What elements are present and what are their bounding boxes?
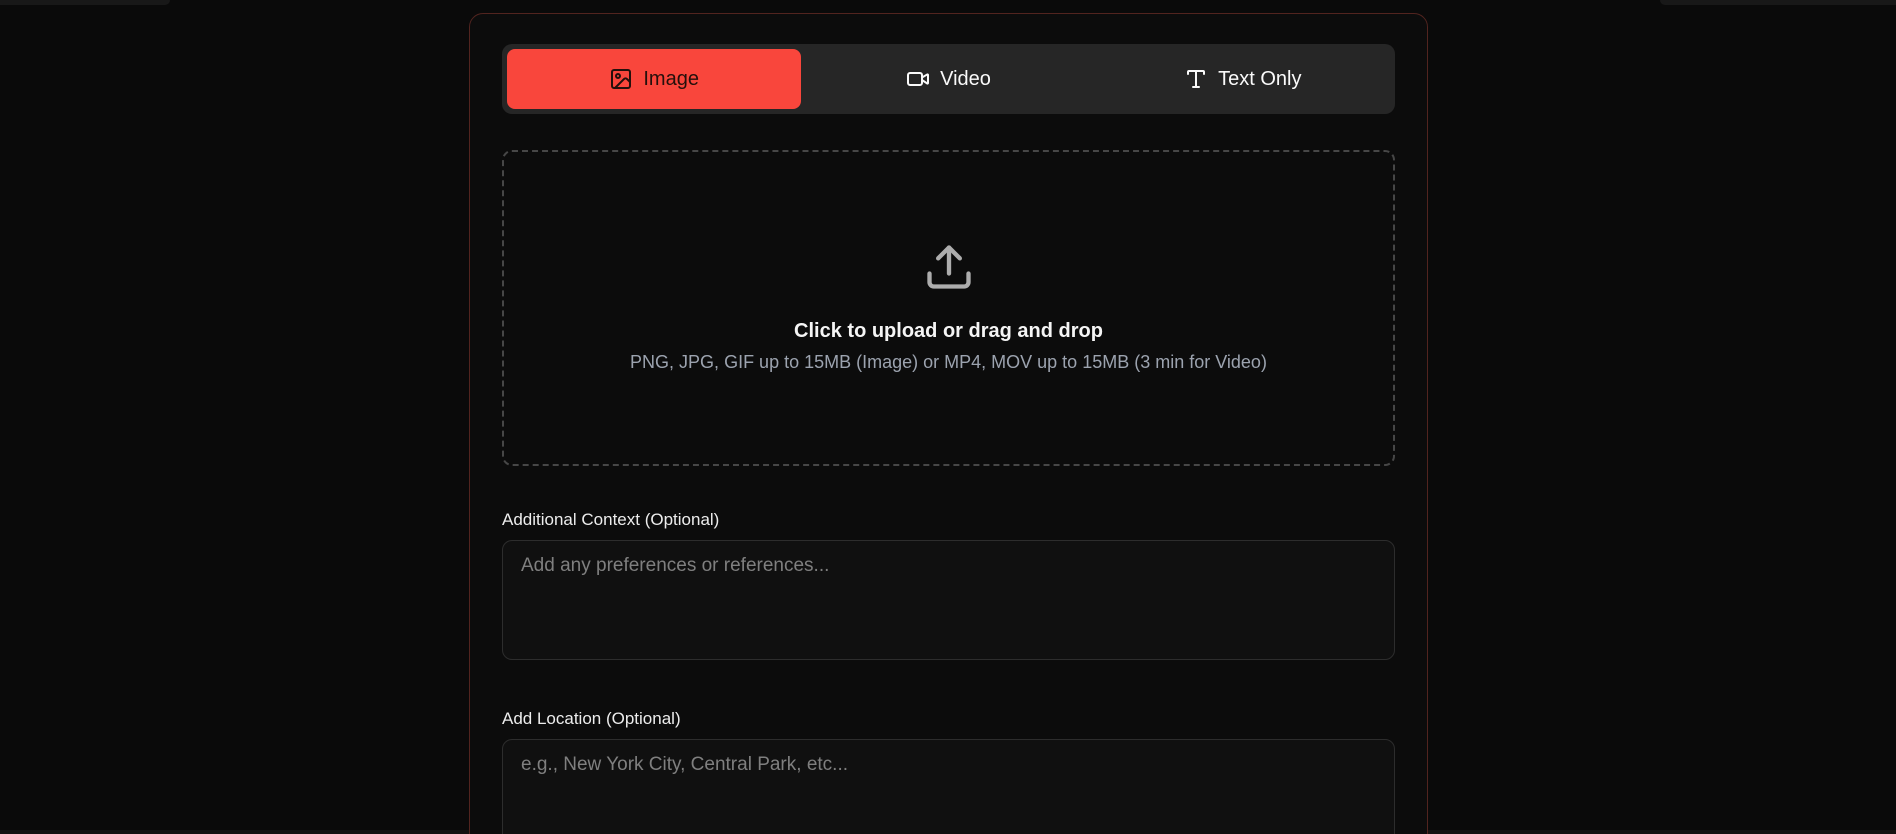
top-edge-card-left (0, 0, 170, 5)
tab-text-only-label: Text Only (1218, 67, 1302, 90)
tab-video-label: Video (940, 67, 991, 90)
tab-image-label: Image (643, 67, 699, 90)
dropzone-title: Click to upload or drag and drop (794, 320, 1103, 342)
upload-icon (923, 241, 975, 317)
tab-video[interactable]: Video (801, 49, 1095, 109)
add-location-label: Add Location (Optional) (502, 709, 681, 728)
file-upload-dropzone[interactable]: Click to upload or drag and drop PNG, JP… (502, 150, 1395, 466)
media-type-tabbar: Image Video Text Only (502, 44, 1395, 114)
video-icon (906, 67, 930, 91)
additional-context-input[interactable] (502, 540, 1395, 660)
image-icon (609, 67, 633, 91)
top-edge-card-right (1660, 0, 1896, 5)
tab-text-only[interactable]: Text Only (1096, 49, 1390, 109)
additional-context-label: Additional Context (Optional) (502, 510, 720, 529)
add-location-input[interactable] (502, 739, 1395, 834)
tab-image[interactable]: Image (507, 49, 802, 109)
upload-form-card: Image Video Text Only Click to upload or… (469, 13, 1428, 834)
dropzone-subtitle: PNG, JPG, GIF up to 15MB (Image) or MP4,… (630, 352, 1267, 372)
type-icon (1184, 67, 1208, 91)
